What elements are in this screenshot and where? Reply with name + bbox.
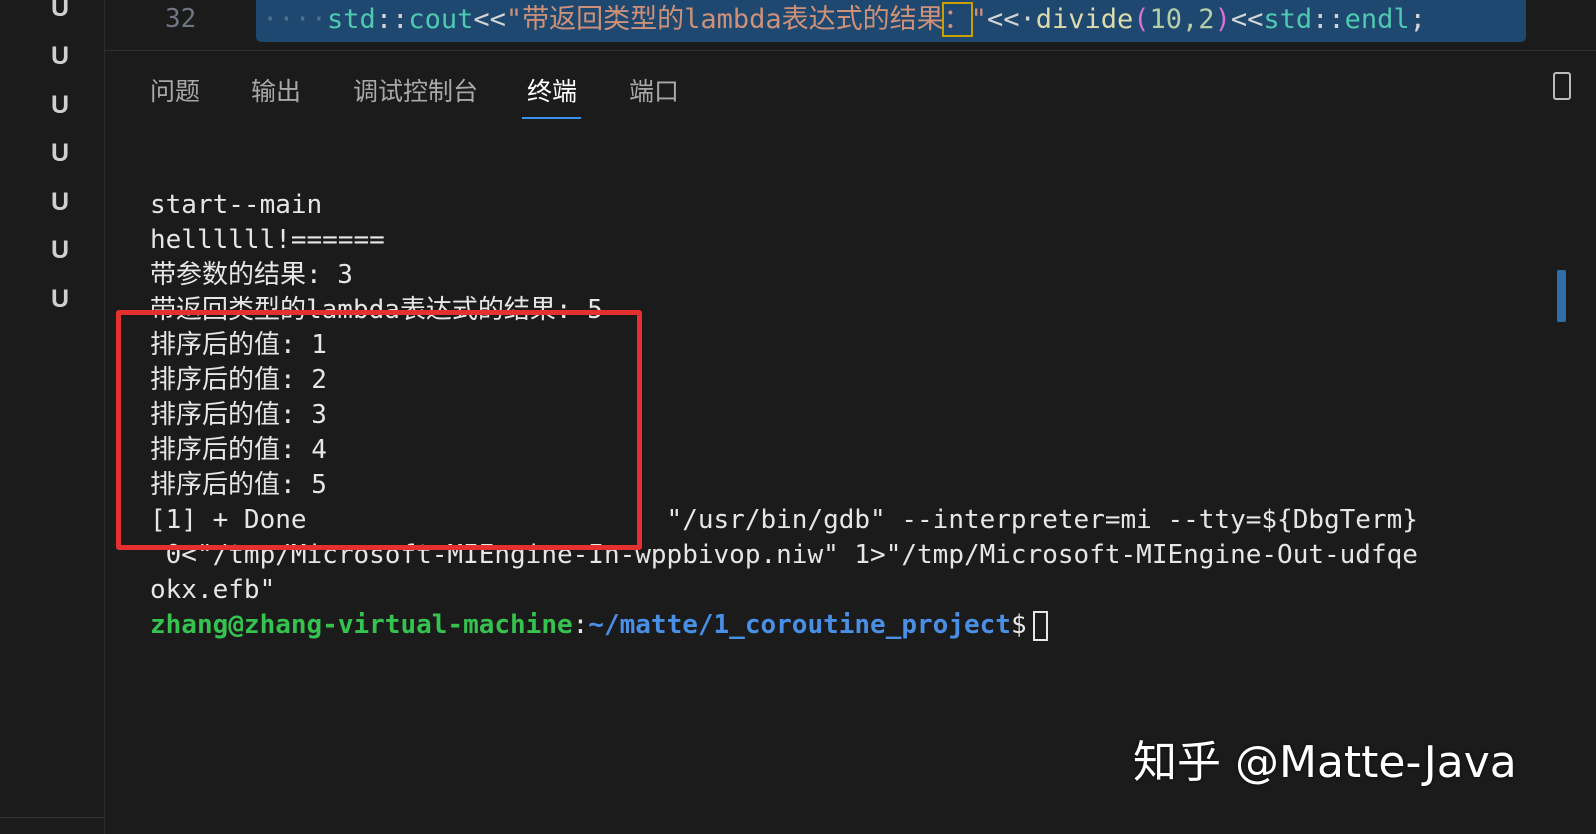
prompt-path: ~/matte/1_coroutine_project (588, 610, 1011, 640)
highlight-annotation-box (116, 310, 642, 550)
vscode-window: U U U U U U U 32 ····std::cout<<"带返回类型的l… (0, 0, 1596, 834)
active-tab-indicator (522, 117, 581, 119)
git-status-gutter: U U U U U U U (0, 0, 105, 834)
code-semicolon: ; (1409, 4, 1426, 35)
terminal-prompt[interactable]: zhang@zhang-virtual-machine:~/matte/1_co… (150, 608, 1550, 643)
code-namespace: std (327, 4, 376, 35)
line-number: 32 (165, 4, 197, 34)
tab-problems[interactable]: 问题 (150, 72, 200, 108)
tab-output[interactable]: 输出 (251, 72, 301, 108)
prompt-separator: : (572, 610, 589, 640)
code-line[interactable]: ····std::cout<<"带返回类型的lambda表达式的结果："<<·d… (262, 2, 1426, 38)
code-namespace: std (1263, 4, 1313, 35)
code-arguments: 10,2 (1149, 4, 1215, 35)
git-status-untracked: U (50, 0, 70, 22)
code-scope-operator: :: (375, 4, 409, 35)
tab-ports[interactable]: 端口 (629, 72, 679, 108)
tab-terminal[interactable]: 终端 (527, 72, 577, 108)
code-operator: <<· (986, 4, 1036, 35)
code-identifier: endl (1344, 4, 1410, 35)
code-operator: << (1230, 4, 1264, 35)
indent-whitespace: ···· (262, 4, 328, 35)
code-function: divide (1035, 4, 1134, 35)
git-status-untracked: U (50, 139, 70, 167)
tab-debug-console[interactable]: 调试控制台 (353, 72, 478, 108)
code-string-end: " (970, 4, 987, 35)
terminal-cursor (1032, 610, 1048, 641)
terminal-line: 带参数的结果: 3 (150, 260, 353, 290)
panel-top-border (105, 50, 1596, 51)
terminal-line: okx.efb" (150, 575, 276, 605)
git-status-untracked: U (50, 91, 70, 119)
code-identifier: cout (408, 4, 474, 35)
terminal-line: hellllll!====== (150, 225, 385, 255)
git-status-untracked: U (50, 285, 70, 313)
code-string: "带返回类型的lambda表达式的结果 (505, 4, 944, 35)
git-status-untracked: U (50, 42, 70, 70)
prompt-user-host: zhang@zhang-virtual-machine (150, 610, 573, 640)
matched-char: ： (941, 2, 973, 37)
gutter-divider (0, 817, 104, 818)
code-paren: ( (1133, 4, 1150, 35)
terminal-scrollbar[interactable] (1557, 270, 1566, 322)
git-status-untracked: U (50, 236, 70, 264)
maximize-panel-icon[interactable] (1553, 72, 1571, 100)
code-scope-operator: :: (1312, 4, 1345, 35)
watermark: 知乎 @Matte-Java (1133, 737, 1517, 788)
terminal-line: start--main (150, 190, 323, 220)
prompt-symbol: $ (1010, 610, 1027, 640)
code-paren: ) (1214, 4, 1231, 35)
git-status-untracked: U (50, 188, 70, 216)
code-operator: << (473, 4, 506, 35)
